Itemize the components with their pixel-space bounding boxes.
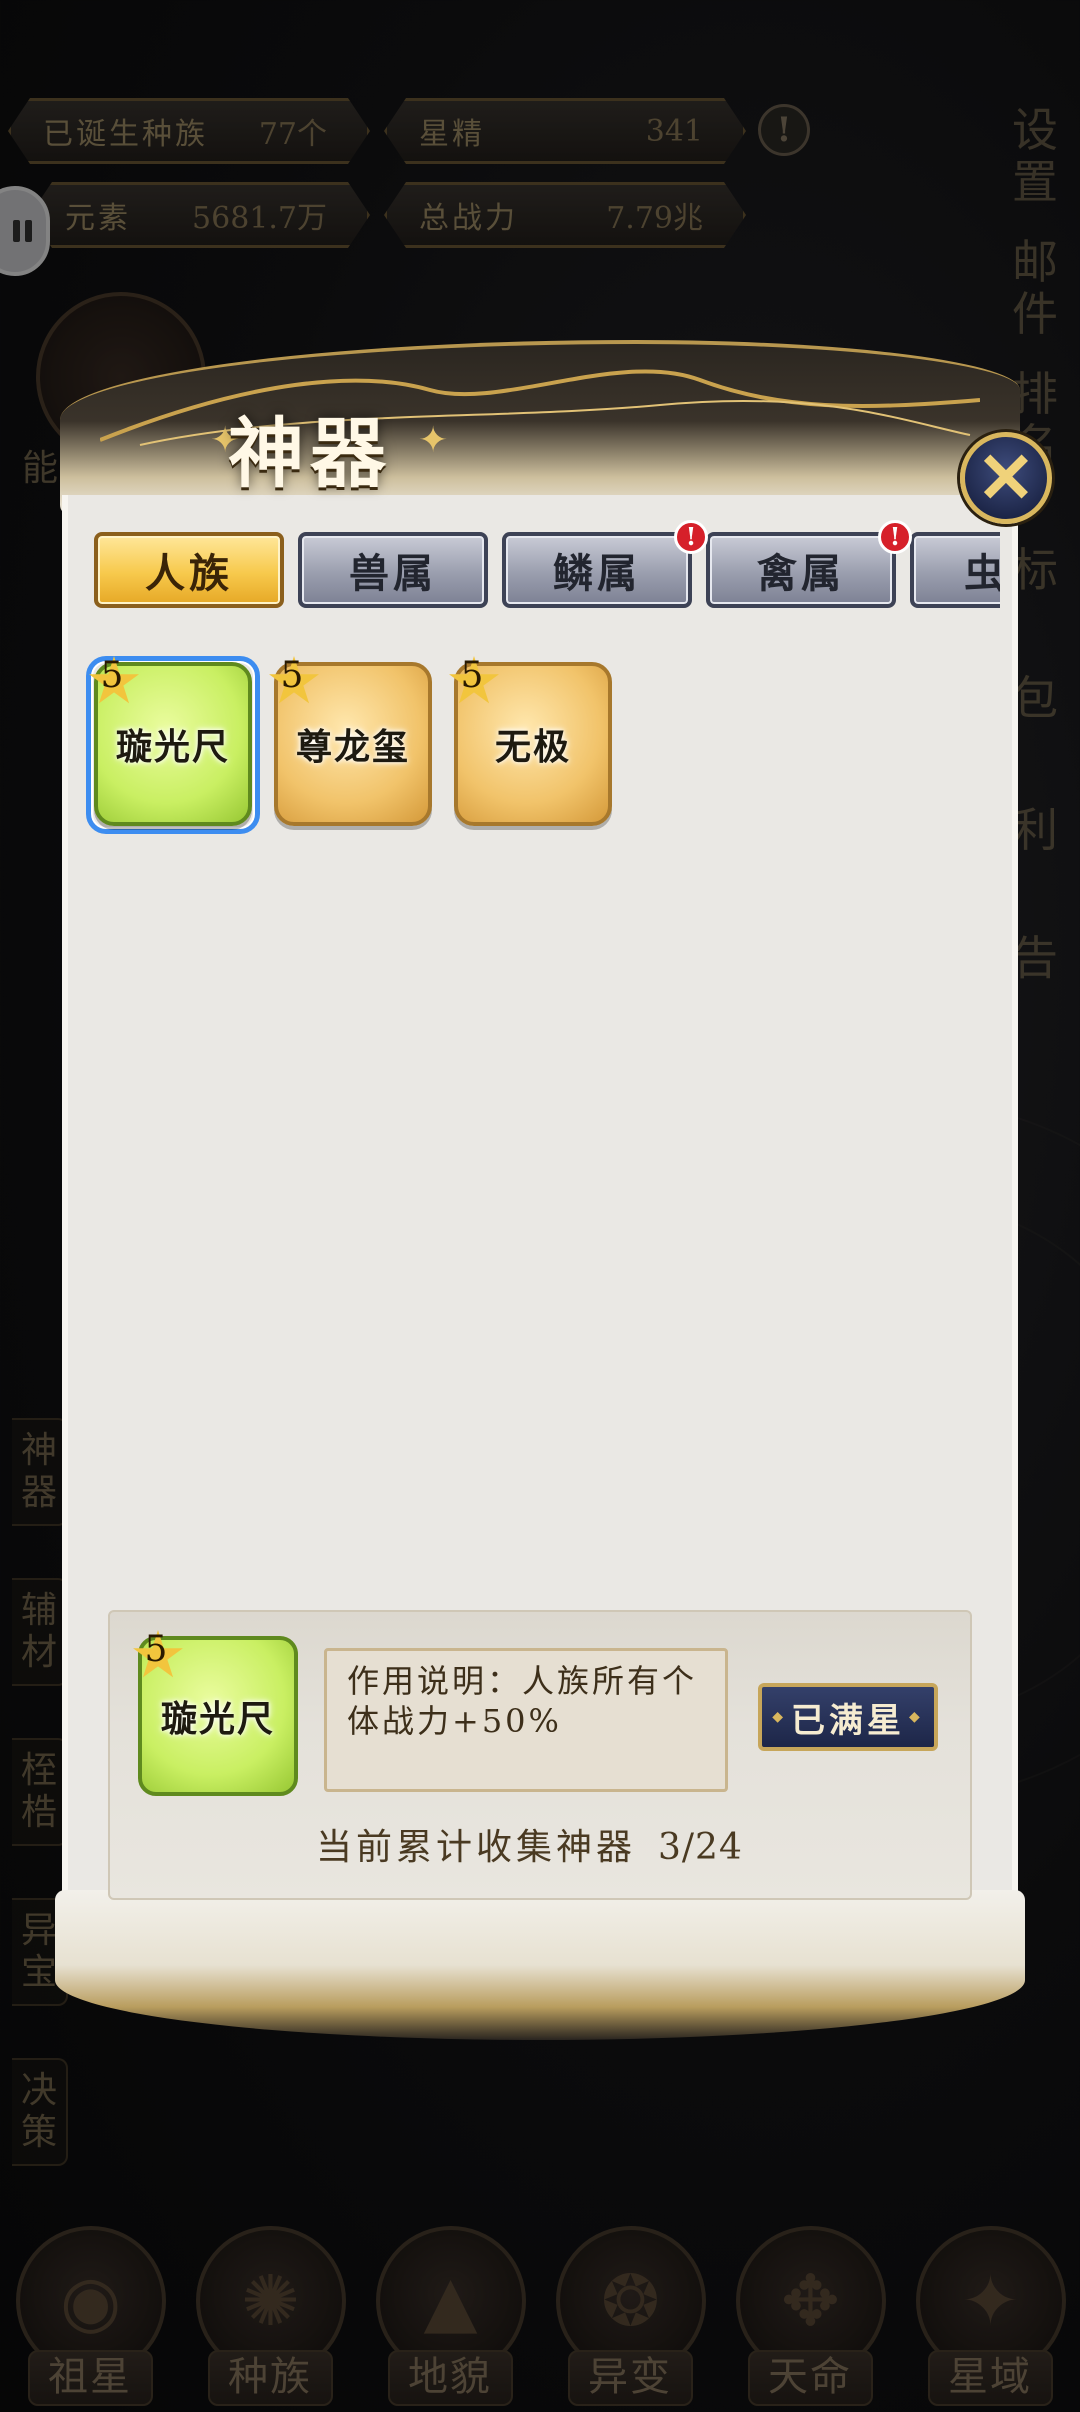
tab-bird-alert-badge: ! (878, 520, 912, 554)
tab-label: 鳞属 (553, 550, 641, 597)
selected-artifact-star-level: 5 (144, 1629, 168, 1670)
tab-scale-alert-badge: ! (674, 520, 708, 554)
tab-label: 禽属 (757, 550, 845, 597)
tab-label: 人族 (145, 550, 233, 597)
tab-label: 兽属 (349, 550, 437, 597)
artifact-star-level: 5 (460, 655, 484, 696)
close-icon: ✕ (976, 436, 1036, 519)
dialog-title: 神器 (228, 409, 392, 498)
category-tabs: 人族 兽属 鳞属 禽属 虫 (94, 530, 1000, 612)
collection-progress: 当前累计收集神器 3/24 (316, 1820, 816, 1876)
artifact-description: 作用说明：人族所有个体战力+50% (324, 1648, 728, 1792)
collection-count: 3/24 (658, 1827, 743, 1868)
max-star-button[interactable]: 已满星 (758, 1683, 938, 1751)
artifact-name: 尊龙玺 (295, 726, 410, 768)
dialog-footer-scroll (55, 1890, 1025, 2040)
tab-beast[interactable]: 兽属 (298, 532, 488, 608)
tab-label: 虫 (964, 550, 1000, 597)
selected-artifact-name: 璇光尺 (160, 1698, 275, 1740)
artifact-name: 璇光尺 (115, 726, 230, 768)
tab-bird[interactable]: 禽属 (706, 532, 896, 608)
artifact-name: 无极 (494, 726, 571, 768)
tab-insect[interactable]: 虫 (910, 532, 1000, 608)
max-star-label: 已满星 (791, 1700, 905, 1741)
close-button[interactable]: ✕ (960, 432, 1052, 524)
tab-scale[interactable]: 鳞属 (502, 532, 692, 608)
tab-human[interactable]: 人族 (94, 532, 284, 608)
collection-label: 当前累计收集神器 (316, 1827, 637, 1868)
artifact-star-level: 5 (280, 655, 304, 696)
title-ornament-right: ✦ (418, 420, 449, 461)
artifact-star-level: 5 (100, 655, 124, 696)
